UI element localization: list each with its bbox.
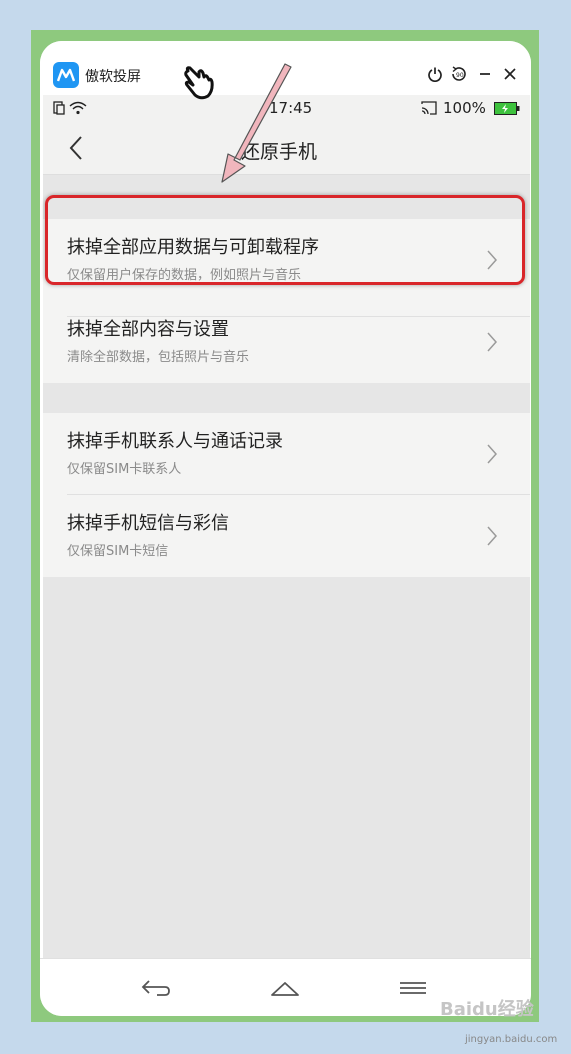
list-item[interactable]: 抹掉手机联系人与通话记录 仅保留SIM卡联系人	[43, 413, 530, 495]
home-nav-icon[interactable]	[268, 975, 302, 1001]
settings-group-2: 抹掉手机联系人与通话记录 仅保留SIM卡联系人 抹掉手机短信与彩信 仅保留SIM…	[43, 413, 530, 577]
annotation-arrow-icon	[221, 63, 292, 183]
chevron-right-icon	[487, 526, 498, 546]
back-nav-icon[interactable]	[139, 975, 173, 1001]
list-item[interactable]: 抹掉手机短信与彩信 仅保留SIM卡短信	[43, 495, 530, 577]
chevron-right-icon	[487, 332, 498, 352]
item-title: 抹掉手机短信与彩信	[67, 513, 229, 534]
item-subtitle: 仅保留SIM卡联系人	[67, 462, 182, 477]
watermark: Baidu经验	[440, 999, 534, 1020]
chevron-right-icon	[487, 444, 498, 464]
menu-nav-icon[interactable]	[396, 975, 430, 1001]
watermark-url: jingyan.baidu.com	[465, 1034, 558, 1045]
item-subtitle: 清除全部数据，包括照片与音乐	[67, 350, 250, 365]
item-title: 抹掉全部内容与设置	[67, 319, 229, 340]
hand-cursor-icon	[184, 66, 214, 100]
list-item[interactable]: 抹掉全部内容与设置 清除全部数据，包括照片与音乐	[43, 301, 530, 383]
item-title: 抹掉手机联系人与通话记录	[67, 431, 283, 452]
item-subtitle: 仅保留SIM卡短信	[67, 544, 169, 559]
